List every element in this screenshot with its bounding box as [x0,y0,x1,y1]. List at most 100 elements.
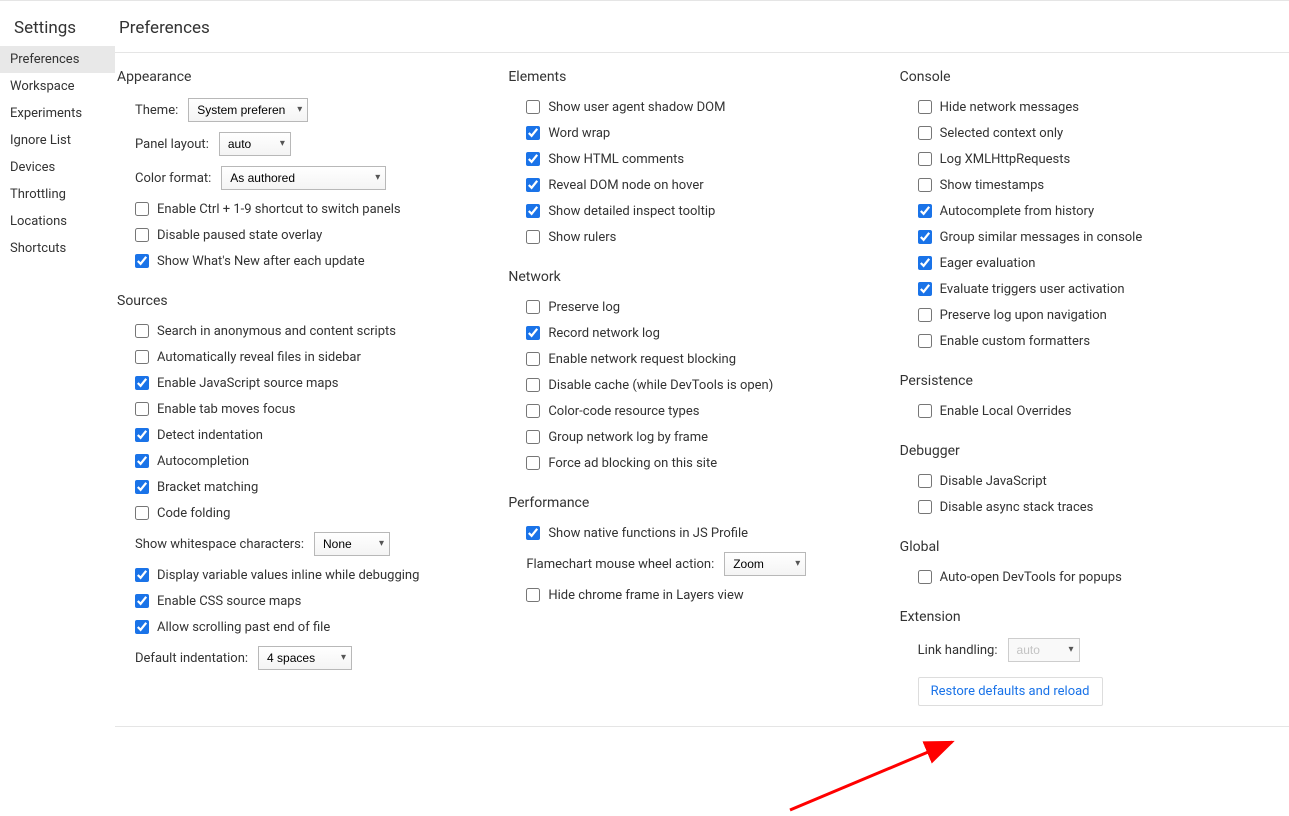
performance-chk1[interactable]: Show native functions in JS Profile [526,521,891,545]
panel-layout-select[interactable]: auto [219,132,291,156]
persistence-chk1-checkbox[interactable] [918,404,932,418]
color-format-select[interactable]: As authored [221,166,386,190]
sidebar-item-experiments[interactable]: Experiments [0,100,115,127]
console-chk2[interactable]: Selected context only [918,121,1283,145]
restore-defaults-button[interactable]: Restore defaults and reload [918,677,1103,706]
sidebar-item-shortcuts[interactable]: Shortcuts [0,235,115,262]
network-chk5[interactable]: Color-code resource types [526,399,891,423]
network-chk1[interactable]: Preserve log [526,295,891,319]
sources-chk1-checkbox[interactable] [135,324,149,338]
sources-chk7-checkbox[interactable] [135,480,149,494]
sources-chk11[interactable]: Allow scrolling past end of file [135,615,500,639]
console-chk9-checkbox[interactable] [918,308,932,322]
elements-chk3-checkbox[interactable] [526,152,540,166]
sources-chk4-checkbox[interactable] [135,402,149,416]
network-chk2[interactable]: Record network log [526,321,891,345]
sidebar-item-locations[interactable]: Locations [0,208,115,235]
sidebar-item-devices[interactable]: Devices [0,154,115,181]
link-handling-select[interactable]: auto [1008,638,1080,662]
sources-chk10[interactable]: Enable CSS source maps [135,589,500,613]
sources-chk6[interactable]: Autocompletion [135,449,500,473]
elements-chk6-checkbox[interactable] [526,230,540,244]
sources-chk1[interactable]: Search in anonymous and content scripts [135,319,500,343]
console-chk7[interactable]: Eager evaluation [918,251,1283,275]
console-chk1-checkbox[interactable] [918,100,932,114]
theme-select[interactable]: System preference [188,98,308,122]
elements-chk1-checkbox[interactable] [526,100,540,114]
sources-chk6-checkbox[interactable] [135,454,149,468]
global-chk1[interactable]: Auto-open DevTools for popups [918,565,1283,589]
global-chk1-checkbox[interactable] [918,570,932,584]
debugger-chk1-checkbox[interactable] [918,474,932,488]
console-chk10-checkbox[interactable] [918,334,932,348]
network-chk4-checkbox[interactable] [526,378,540,392]
network-chk6-checkbox[interactable] [526,430,540,444]
console-chk10[interactable]: Enable custom formatters [918,329,1283,353]
sources-chk8[interactable]: Code folding [135,501,500,525]
console-chk7-checkbox[interactable] [918,256,932,270]
elements-chk1[interactable]: Show user agent shadow DOM [526,95,891,119]
console-chk5[interactable]: Autocomplete from history [918,199,1283,223]
performance-chk2-checkbox[interactable] [526,588,540,602]
console-chk4-checkbox[interactable] [918,178,932,192]
sidebar-item-ignore-list[interactable]: Ignore List [0,127,115,154]
appearance-chk3-checkbox[interactable] [135,254,149,268]
appearance-chk1-checkbox[interactable] [135,202,149,216]
elements-chk5[interactable]: Show detailed inspect tooltip [526,199,891,223]
performance-chk2[interactable]: Hide chrome frame in Layers view [526,583,891,607]
sidebar-item-throttling[interactable]: Throttling [0,181,115,208]
sources-chk3[interactable]: Enable JavaScript source maps [135,371,500,395]
sidebar-item-workspace[interactable]: Workspace [0,73,115,100]
sources-chk5[interactable]: Detect indentation [135,423,500,447]
indent-select[interactable]: 4 spaces [258,646,352,670]
network-chk3-checkbox[interactable] [526,352,540,366]
performance-chk1-checkbox[interactable] [526,526,540,540]
sidebar-item-preferences[interactable]: Preferences [0,46,115,73]
network-chk3[interactable]: Enable network request blocking [526,347,891,371]
network-chk7[interactable]: Force ad blocking on this site [526,451,891,475]
sources-chk11-checkbox[interactable] [135,620,149,634]
console-chk3[interactable]: Log XMLHttpRequests [918,147,1283,171]
elements-chk4[interactable]: Reveal DOM node on hover [526,173,891,197]
console-chk3-checkbox[interactable] [918,152,932,166]
console-chk2-checkbox[interactable] [918,126,932,140]
network-chk1-checkbox[interactable] [526,300,540,314]
elements-chk5-checkbox[interactable] [526,204,540,218]
sources-chk9[interactable]: Display variable values inline while deb… [135,563,500,587]
console-chk6[interactable]: Group similar messages in console [918,225,1283,249]
appearance-chk3[interactable]: Show What's New after each update [135,249,500,273]
persistence-chk1[interactable]: Enable Local Overrides [918,399,1283,423]
console-chk6-checkbox[interactable] [918,230,932,244]
appearance-chk2[interactable]: Disable paused state overlay [135,223,500,247]
network-chk7-checkbox[interactable] [526,456,540,470]
console-chk9[interactable]: Preserve log upon navigation [918,303,1283,327]
elements-chk3[interactable]: Show HTML comments [526,147,891,171]
sources-chk2-checkbox[interactable] [135,350,149,364]
console-chk8[interactable]: Evaluate triggers user activation [918,277,1283,301]
network-chk6[interactable]: Group network log by frame [526,425,891,449]
network-chk2-checkbox[interactable] [526,326,540,340]
elements-chk2[interactable]: Word wrap [526,121,891,145]
debugger-chk2-checkbox[interactable] [918,500,932,514]
whitespace-select[interactable]: None [314,532,390,556]
sources-chk2[interactable]: Automatically reveal files in sidebar [135,345,500,369]
sources-chk5-checkbox[interactable] [135,428,149,442]
console-chk8-checkbox[interactable] [918,282,932,296]
console-chk5-checkbox[interactable] [918,204,932,218]
console-chk1[interactable]: Hide network messages [918,95,1283,119]
elements-chk4-checkbox[interactable] [526,178,540,192]
appearance-chk1[interactable]: Enable Ctrl + 1-9 shortcut to switch pan… [135,197,500,221]
elements-chk2-checkbox[interactable] [526,126,540,140]
network-chk5-checkbox[interactable] [526,404,540,418]
console-chk4[interactable]: Show timestamps [918,173,1283,197]
network-chk4[interactable]: Disable cache (while DevTools is open) [526,373,891,397]
wheel-select[interactable]: Zoom [724,552,806,576]
sources-chk3-checkbox[interactable] [135,376,149,390]
sources-chk7[interactable]: Bracket matching [135,475,500,499]
elements-chk6[interactable]: Show rulers [526,225,891,249]
appearance-chk2-checkbox[interactable] [135,228,149,242]
sources-chk4[interactable]: Enable tab moves focus [135,397,500,421]
debugger-chk2[interactable]: Disable async stack traces [918,495,1283,519]
sources-chk9-checkbox[interactable] [135,568,149,582]
sources-chk10-checkbox[interactable] [135,594,149,608]
